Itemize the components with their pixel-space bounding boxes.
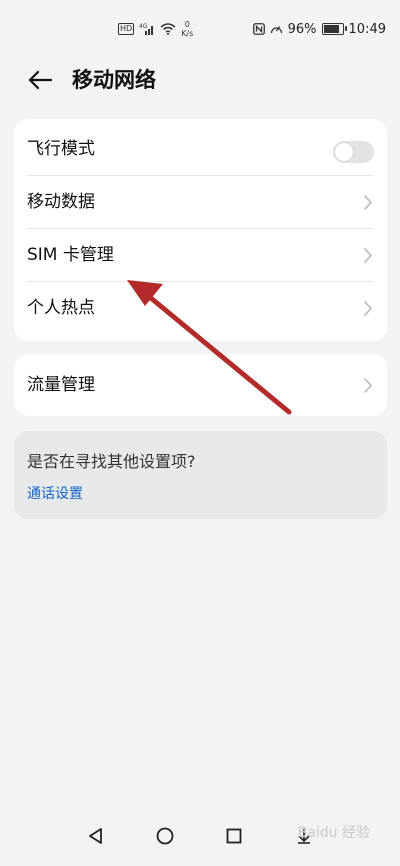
nav-back-button[interactable]: [84, 824, 108, 848]
personal-hotspot-label: 个人热点: [27, 298, 95, 318]
battery-icon: [321, 23, 347, 35]
chevron-right-icon: [364, 301, 372, 316]
back-arrow-icon: [28, 70, 53, 90]
nav-home-button[interactable]: [153, 824, 177, 848]
nfc-icon: [252, 23, 265, 35]
sim-management-label: SIM 卡管理: [27, 245, 114, 265]
status-bar: HD 4G 0 K/s 96% 10:49: [0, 0, 400, 60]
call-settings-link[interactable]: 通话设置: [27, 483, 83, 503]
data-usage-label: 流量管理: [27, 375, 95, 395]
network-speed-value: 0: [184, 20, 190, 29]
settings-group-main: 飞行模式 移动数据 SIM 卡管理 个人热点: [14, 119, 387, 341]
toggle-knob: [335, 143, 353, 161]
chevron-right-icon: [364, 195, 372, 210]
circle-home-icon: [156, 827, 174, 845]
chevron-right-icon: [364, 248, 372, 263]
status-time: 10:49: [348, 21, 386, 37]
airplane-mode-toggle[interactable]: [333, 141, 374, 163]
sim-management-row[interactable]: SIM 卡管理: [14, 229, 387, 282]
nav-recents-button[interactable]: [222, 824, 246, 848]
network-speed-unit: K/s: [181, 29, 194, 38]
page-title: 移动网络: [72, 68, 156, 92]
airplane-mode-label: 飞行模式: [27, 139, 95, 159]
svg-text:4G: 4G: [139, 23, 148, 30]
triangle-back-icon: [89, 828, 102, 844]
suggestion-question: 是否在寻找其他设置项?: [27, 452, 196, 471]
battery-level-fill: [323, 25, 339, 33]
mobile-data-row[interactable]: 移动数据: [14, 176, 387, 229]
page-header: 移动网络: [0, 58, 400, 102]
suggestion-card: 是否在寻找其他设置项? 通话设置: [14, 431, 387, 519]
back-button[interactable]: [24, 66, 56, 94]
status-bar-left: HD 4G 0 K/s: [118, 18, 193, 40]
square-recents-icon: [226, 828, 242, 844]
chevron-right-icon: [364, 378, 372, 393]
wifi-icon: [160, 23, 176, 35]
data-usage-row[interactable]: 流量管理: [14, 359, 387, 412]
battery-percent: 96%: [287, 21, 317, 37]
network-speed: 0 K/s: [181, 20, 193, 38]
airplane-mode-row[interactable]: 飞行模式: [14, 123, 387, 176]
settings-group-traffic: 流量管理: [14, 354, 387, 416]
watermark: Baidu 经验: [297, 825, 370, 841]
mobile-data-label: 移动数据: [27, 192, 95, 212]
cellular-signal-icon: 4G: [139, 23, 154, 35]
status-bar-right: 96% 10:49: [252, 18, 386, 40]
hd-badge: HD: [118, 23, 135, 35]
speedometer-icon: [270, 26, 282, 34]
personal-hotspot-row[interactable]: 个人热点: [14, 282, 387, 335]
